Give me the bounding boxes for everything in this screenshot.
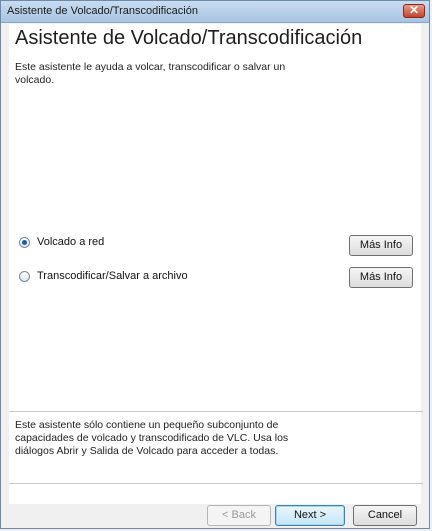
close-button[interactable]: ✕ [403, 3, 425, 18]
intro-text: Este asistente le ayuda a volcar, transc… [15, 61, 286, 86]
option-transcode-save[interactable]: Transcodificar/Salvar a archivo [19, 267, 399, 289]
back-button[interactable]: < Back [207, 505, 271, 526]
option-stream-network[interactable]: Volcado a red [19, 233, 399, 255]
radio-transcode-save[interactable] [19, 271, 30, 282]
divider [9, 411, 423, 412]
page-title: Asistente de Volcado/Transcodificación [15, 27, 363, 49]
more-info-button-stream[interactable]: Más Info [349, 235, 413, 256]
option-label: Volcado a red [37, 236, 105, 248]
wizard-window: Asistente de Volcado/Transcodificación ✕… [0, 0, 430, 529]
more-info-button-transcode[interactable]: Más Info [349, 267, 413, 288]
cancel-button[interactable]: Cancel [353, 505, 417, 526]
next-button[interactable]: Next > [275, 505, 345, 526]
footer-note: Este asistente sólo contiene un pequeño … [15, 419, 289, 457]
option-label: Transcodificar/Salvar a archivo [37, 270, 188, 282]
close-icon: ✕ [408, 3, 420, 17]
window-title: Asistente de Volcado/Transcodificación [7, 5, 198, 17]
radio-stream-network[interactable] [19, 237, 30, 248]
title-bar[interactable]: Asistente de Volcado/Transcodificación ✕ [1, 1, 429, 23]
divider [9, 483, 423, 484]
